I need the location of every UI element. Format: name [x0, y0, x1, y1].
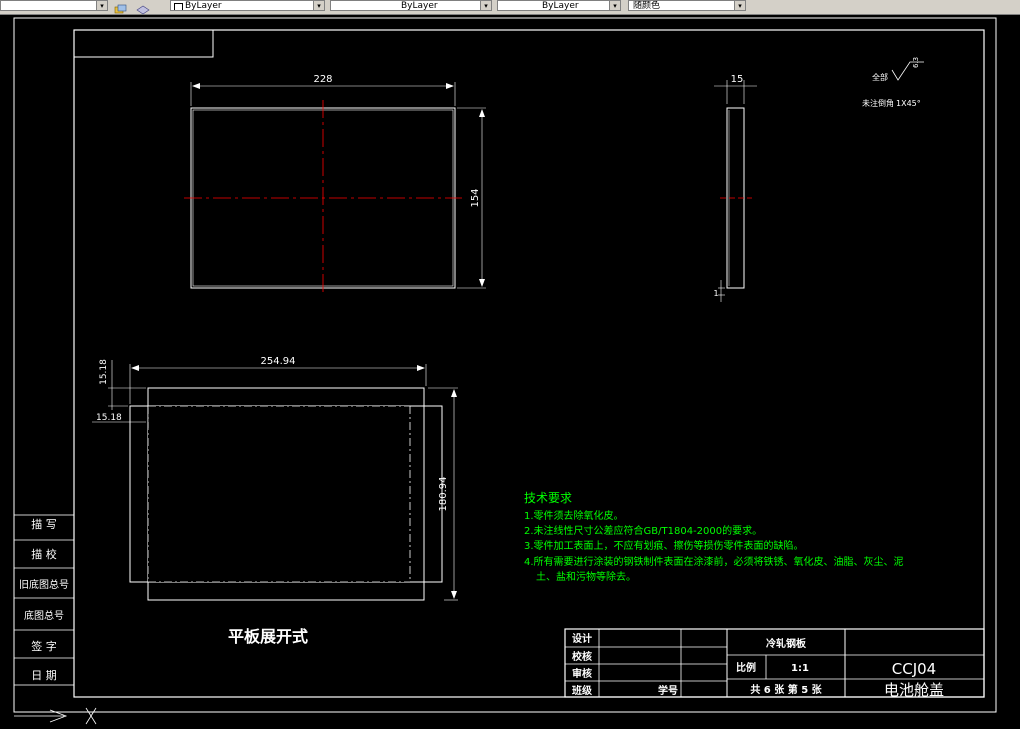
chamfer-label: 未注倒角 [862, 98, 894, 108]
tech-requirements: 技术要求 1.零件须去除氧化皮。 2.未注线性尺寸公差应符合GB/T1804-2… [524, 491, 904, 583]
chevron-down-icon[interactable]: ▾ [480, 1, 491, 10]
tb-part-name: 电池舱盖 [884, 681, 944, 699]
drawing-canvas[interactable]: 228 154 15 1 全部 6.3 未注倒角 1X45° 254.94 18… [0, 14, 1020, 729]
chevron-down-icon[interactable]: ▾ [734, 1, 745, 10]
chamfer-value: 1X45° [896, 99, 921, 108]
dim-top-height: 154 [470, 188, 481, 207]
flat-pattern-caption: 平板展开式 [228, 627, 308, 646]
dim-flat-margin-top: 15.18 [99, 359, 109, 385]
dim-side-small: 1 [713, 289, 718, 298]
chevron-down-icon[interactable]: ▾ [313, 1, 324, 10]
sidebar-label-2: 描 校 [31, 547, 57, 561]
dim-flat-margin-left: 15.18 [96, 413, 122, 423]
sidebar-label-1: 描 写 [31, 517, 57, 531]
chevron-down-icon[interactable]: ▾ [96, 1, 107, 10]
chevron-down-icon[interactable]: ▾ [609, 1, 620, 10]
properties-toolbar: ▾ ByLayer ▾ ByLayer ▾ ByLayer ▾ 随颜色 ▾ [0, 0, 1020, 15]
tb-label-design: 设计 [572, 632, 592, 645]
dim-flat-width: 254.94 [261, 356, 296, 367]
roughness-value: 6.3 [912, 57, 920, 68]
sidebar-label-3: 旧底图总号 [19, 578, 69, 591]
tech-line-1: 1.零件须去除氧化皮。 [524, 509, 624, 522]
lineweight-combo-label: ByLayer [542, 1, 579, 11]
sidebar-label-6: 日 期 [31, 669, 57, 682]
layer-combo[interactable]: ▾ [0, 0, 108, 11]
sidebar-label-5: 签 字 [31, 639, 57, 653]
tb-student-no: 学号 [658, 684, 678, 697]
tech-line-4: 4.所有需要进行涂装的钢铁制件表面在涂漆前，必须将铁锈、氧化皮、油脂、灰尘、泥 [524, 555, 904, 568]
tech-title: 技术要求 [524, 491, 572, 505]
linetype-combo-label: ByLayer [401, 1, 438, 11]
tb-drawing-no: CCJ04 [892, 660, 936, 678]
tb-label-check: 校核 [572, 650, 592, 663]
tech-line-2: 2.未注线性尺寸公差应符合GB/T1804-2000的要求。 [524, 524, 762, 537]
linetype-combo[interactable]: ByLayer ▾ [330, 0, 492, 11]
dim-flat-height: 180.94 [438, 477, 449, 512]
tb-sheets: 共 6 张 第 5 张 [750, 683, 822, 696]
color-combo[interactable]: ByLayer ▾ [170, 0, 325, 11]
tb-material: 冷轧钢板 [766, 637, 807, 650]
ucs-icon [14, 707, 97, 725]
tech-line-3: 3.零件加工表面上，不应有划痕、擦伤等损伤零件表面的缺陷。 [524, 539, 804, 552]
plotstyle-combo-label: 随颜色 [633, 1, 661, 11]
tb-scale-label: 比例 [736, 661, 756, 674]
color-swatch-icon [174, 3, 183, 10]
flat-pattern-view: 254.94 180.94 15.18 15.18 平板展开式 [92, 356, 458, 646]
dim-side-thickness: 15 [731, 74, 744, 85]
dim-top-width: 228 [313, 74, 332, 85]
corner-stamp-box [73, 29, 214, 58]
roughness-label: 全部 [872, 72, 888, 82]
tb-scale-value: 1:1 [791, 663, 809, 674]
drawing-frame [73, 29, 985, 698]
tb-label-review: 审核 [572, 667, 592, 680]
lineweight-combo[interactable]: ByLayer ▾ [497, 0, 621, 11]
title-block: 设计 校核 审核 班级 学号 冷轧钢板 比例 1:1 共 6 张 第 5 张 C… [564, 628, 985, 699]
layer-states-icon[interactable] [114, 0, 128, 14]
roughness-note: 全部 6.3 未注倒角 1X45° [862, 57, 924, 108]
top-view: 228 154 [184, 74, 486, 296]
sheet-border [13, 17, 997, 713]
left-sidebar: 描 写 描 校 旧底图总号 底图总号 签 字 日 期 [13, 514, 75, 686]
tb-label-class: 班级 [572, 684, 593, 697]
side-view: 15 1 [713, 74, 757, 302]
plotstyle-combo[interactable]: 随颜色 ▾ [628, 0, 746, 11]
tech-line-5: 土、盐和污物等除去。 [536, 570, 636, 583]
sidebar-label-4: 底图总号 [24, 609, 64, 622]
layer-previous-icon[interactable] [136, 0, 150, 15]
color-combo-label: ByLayer [185, 1, 222, 11]
